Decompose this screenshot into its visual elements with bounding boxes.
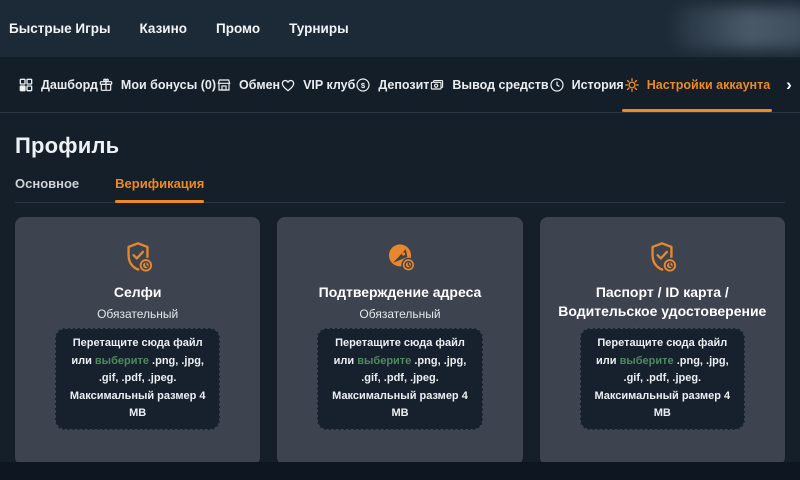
acct-nav-account-settings[interactable]: Настройки аккаунта — [624, 57, 770, 112]
acct-nav-label: Дашборд — [41, 78, 98, 92]
page-title: Профиль — [15, 133, 785, 159]
verification-card-address: Подтверждение адреса Обязательный Перета… — [277, 217, 522, 465]
choose-file-link[interactable]: выберите — [95, 355, 149, 367]
profile-page: Профиль Основное Верификация Селфи Обяза… — [0, 133, 800, 465]
acct-nav-label: Настройки аккаунта — [647, 78, 770, 92]
acct-nav-dashboard[interactable]: Дашборд — [18, 57, 98, 112]
dropzone-text: Перетащите сюда файл или выберите .png, … — [328, 335, 471, 423]
document-required-status: Обязательный — [15, 307, 260, 321]
document-type-title: Подтверждение адреса — [277, 283, 522, 302]
choose-file-link[interactable]: выберите — [357, 355, 411, 367]
acct-nav-label: VIP клуб — [303, 78, 355, 92]
tab-verification[interactable]: Верификация — [115, 176, 204, 202]
acct-nav-history[interactable]: История — [549, 57, 624, 112]
tab-general[interactable]: Основное — [15, 176, 79, 202]
active-nav-underline — [622, 109, 772, 112]
account-nav: Дашборд Мои бонусы (0) Обмен — [0, 57, 800, 113]
dropzone-text: Перетащите сюда файл или выберите .png, … — [591, 335, 734, 423]
shop-icon — [216, 77, 232, 93]
top-bar: Быстрые Игры Казино Промо Турниры — [0, 0, 800, 57]
compass-clock-icon — [277, 237, 522, 279]
acct-nav-label: Мои бонусы (0) — [121, 78, 216, 92]
verification-card-selfie: Селфи Обязательный Перетащите сюда файл … — [15, 217, 260, 465]
document-type-title: Селфи — [15, 283, 260, 302]
file-dropzone-selfie[interactable]: Перетащите сюда файл или выберите .png, … — [55, 328, 220, 430]
acct-nav-label: Депозит — [378, 78, 429, 92]
document-type-title: Паспорт / ID карта / Водительское удосто… — [540, 283, 785, 321]
account-nav-items: Дашборд Мои бонусы (0) Обмен — [18, 57, 770, 112]
heart-icon — [280, 77, 296, 93]
svg-text:$: $ — [361, 80, 366, 89]
acct-nav-label: Обмен — [239, 78, 280, 92]
nav-item-fast-games[interactable]: Быстрые Игры — [9, 21, 111, 36]
file-dropzone-address[interactable]: Перетащите сюда файл или выберите .png, … — [317, 328, 482, 430]
gift-icon — [98, 77, 114, 93]
banknotes-icon — [429, 77, 445, 93]
choose-file-link[interactable]: выберите — [620, 355, 674, 367]
shield-check-clock-icon — [15, 237, 260, 279]
nav-scroll-right-chevron-icon[interactable]: › — [770, 57, 792, 112]
dashboard-icon — [18, 77, 34, 93]
verification-cards: Селфи Обязательный Перетащите сюда файл … — [15, 217, 785, 465]
document-required-status: Обязательный — [277, 307, 522, 321]
profile-tabs: Основное Верификация — [15, 176, 785, 203]
shield-check-clock-icon — [540, 237, 785, 279]
acct-nav-withdraw[interactable]: Вывод средств — [429, 57, 548, 112]
acct-nav-vip-club[interactable]: VIP клуб — [280, 57, 355, 112]
nav-item-promo[interactable]: Промо — [216, 21, 260, 36]
footer-strip — [0, 462, 800, 480]
nav-item-casino[interactable]: Казино — [140, 21, 188, 36]
blurred-account-balance — [675, 7, 800, 49]
nav-item-tournaments[interactable]: Турниры — [289, 21, 349, 36]
acct-nav-bonuses[interactable]: Мои бонусы (0) — [98, 57, 216, 112]
acct-nav-deposit[interactable]: $ Депозит — [355, 57, 429, 112]
acct-nav-label: История — [572, 78, 624, 92]
verification-card-passport: Паспорт / ID карта / Водительское удосто… — [540, 217, 785, 465]
acct-nav-label: Вывод средств — [452, 78, 548, 92]
gear-icon — [624, 77, 640, 93]
file-dropzone-passport[interactable]: Перетащите сюда файл или выберите .png, … — [580, 328, 745, 430]
dropzone-text: Перетащите сюда файл или выберите .png, … — [66, 335, 209, 423]
coin-icon: $ — [355, 77, 371, 93]
acct-nav-exchange[interactable]: Обмен — [216, 57, 280, 112]
history-icon — [549, 77, 565, 93]
